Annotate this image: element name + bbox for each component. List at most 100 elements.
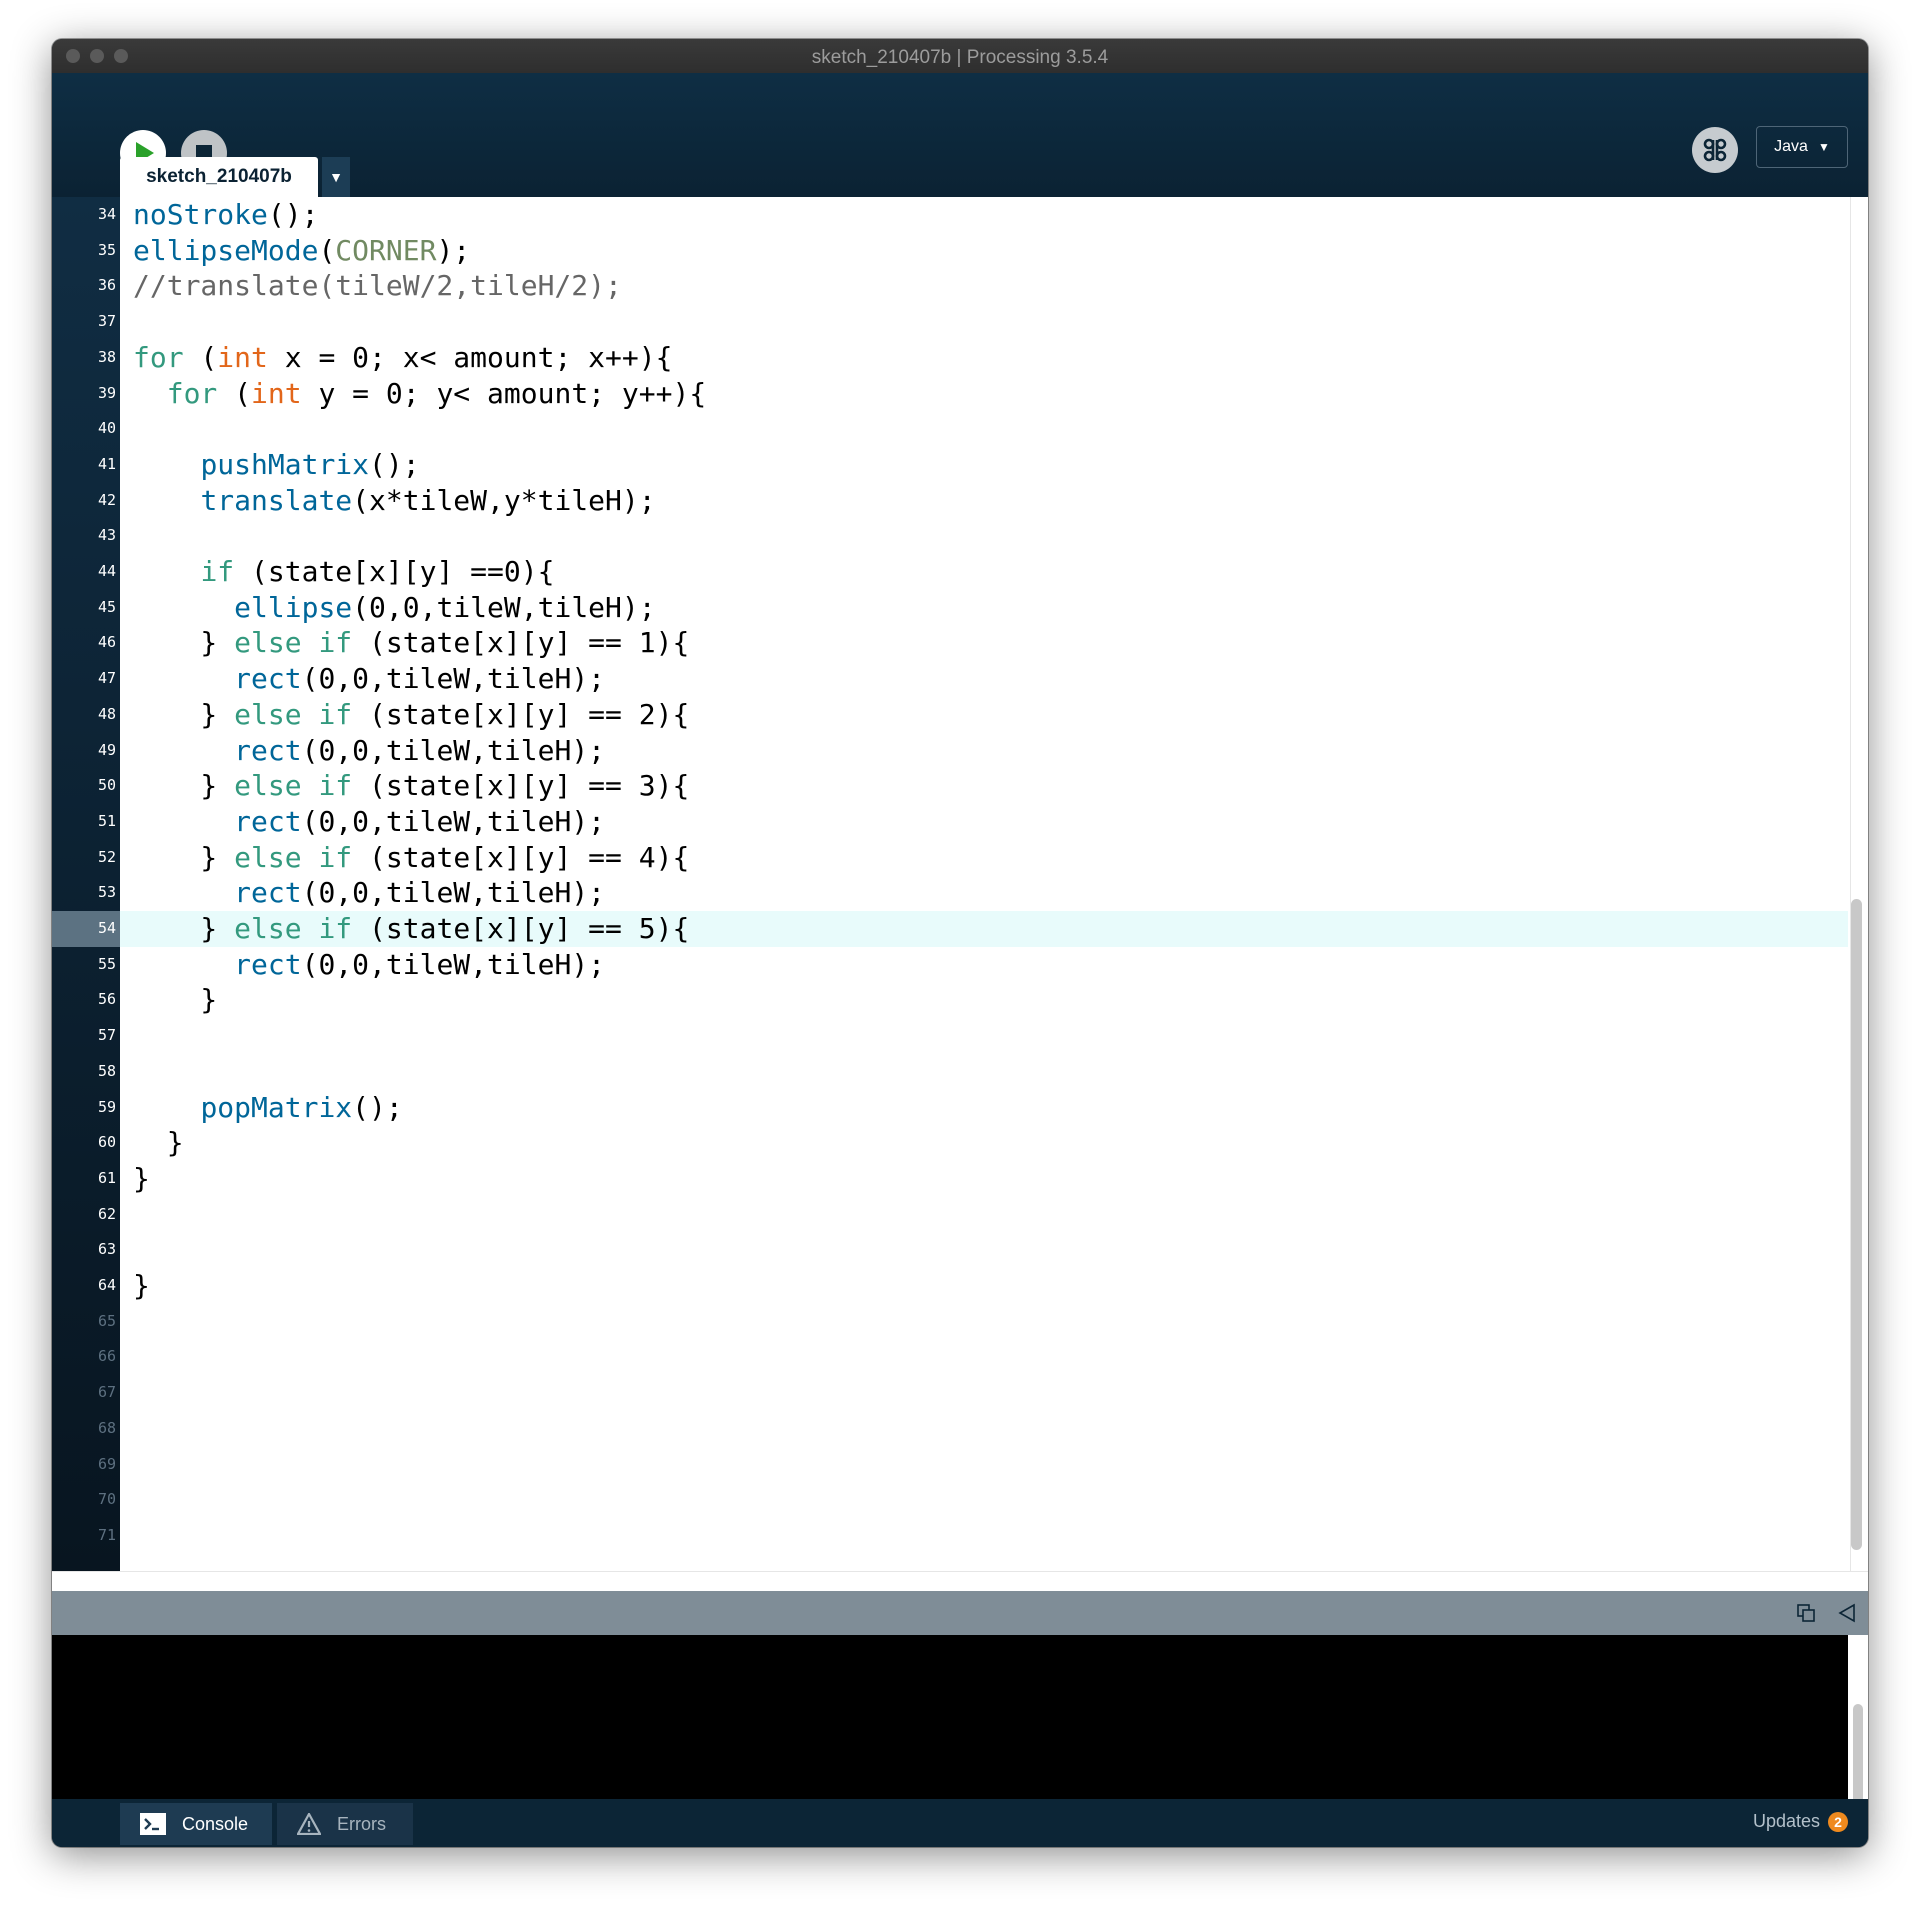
code-line[interactable]: 53 rect(0,0,tileW,tileH); <box>52 875 1848 911</box>
code-line[interactable]: 49 rect(0,0,tileW,tileH); <box>52 733 1848 769</box>
code-line[interactable]: 45 ellipse(0,0,tileW,tileH); <box>52 590 1848 626</box>
code-line[interactable]: 70 <box>52 1482 1848 1518</box>
line-number: 67 <box>97 1383 116 1402</box>
code-line[interactable]: 71 <box>52 1518 1848 1554</box>
terminal-icon <box>140 1813 166 1835</box>
line-number: 71 <box>97 1525 116 1544</box>
line-number: 44 <box>97 562 116 580</box>
console-tab-label: Console <box>182 1813 249 1834</box>
tab-sketch[interactable]: sketch_210407b <box>120 157 318 197</box>
code-line[interactable]: 50 } else if (state[x][y] == 3){ <box>52 768 1848 804</box>
tab-errors[interactable]: Errors <box>277 1803 413 1845</box>
copy-icon[interactable] <box>1796 1603 1816 1623</box>
code-text: noStroke(); <box>133 198 319 231</box>
code-line[interactable]: 64} <box>52 1268 1848 1304</box>
code-line[interactable]: 63 <box>52 1232 1848 1268</box>
code-text: rect(0,0,tileW,tileH); <box>234 662 606 696</box>
line-number: 61 <box>97 1168 116 1187</box>
code-line[interactable]: 34 noStroke(); <box>52 197 1848 233</box>
line-number: 37 <box>97 312 116 331</box>
code-text: for (int y = 0; y< amount; y++){ <box>166 376 707 410</box>
line-number: 56 <box>97 990 116 1009</box>
code-line[interactable]: 60 } <box>52 1125 1848 1161</box>
line-number: 34 <box>97 205 116 223</box>
code-line[interactable]: 37 <box>52 304 1848 340</box>
code-line[interactable]: 42 translate(x*tileW,y*tileH); <box>52 483 1848 519</box>
mode-label: Java <box>1774 138 1808 155</box>
line-number: 63 <box>97 1240 116 1259</box>
code-text: pushMatrix(); <box>200 447 420 481</box>
line-number: 40 <box>97 419 116 438</box>
code-line[interactable]: 66 <box>52 1339 1848 1375</box>
editor-horizontal-scrollbar[interactable] <box>52 1571 1868 1592</box>
line-number: 47 <box>97 669 116 688</box>
code-line[interactable]: 67 <box>52 1375 1848 1411</box>
updates-button[interactable]: Updates 2 <box>1753 1811 1848 1832</box>
code-line[interactable]: 59 popMatrix(); <box>52 1090 1848 1126</box>
code-line[interactable]: 58 <box>52 1054 1848 1090</box>
line-number: 69 <box>97 1454 116 1473</box>
code-line[interactable]: 36 //translate(tileW/2,tileH/2); <box>52 268 1848 304</box>
line-number: 60 <box>97 1133 116 1152</box>
code-line[interactable]: 40 <box>52 411 1848 447</box>
code-text: } <box>133 1269 150 1302</box>
code-line[interactable]: 48 } else if (state[x][y] == 2){ <box>52 697 1848 733</box>
code-text: } else if (state[x][y] == 2){ <box>133 697 690 731</box>
console-output[interactable] <box>52 1635 1848 1817</box>
title-bar: sketch_210407b | Processing 3.5.4 <box>52 39 1868 74</box>
code-line[interactable]: 56 } <box>52 982 1848 1018</box>
caret-down-icon: ▼ <box>329 169 343 185</box>
code-line[interactable]: 47 rect(0,0,tileW,tileH); <box>52 661 1848 697</box>
line-number: 70 <box>97 1490 116 1509</box>
tab-console[interactable]: Console <box>120 1803 272 1845</box>
code-line[interactable]: 51 rect(0,0,tileW,tileH); <box>52 804 1848 840</box>
code-line[interactable]: 38 for (int x = 0; x< amount; x++){ <box>52 340 1848 376</box>
code-line[interactable]: 39 for (int y = 0; y< amount; y++){ <box>52 376 1848 412</box>
code-line[interactable]: 68 <box>52 1411 1848 1447</box>
collapse-console-icon[interactable] <box>1838 1603 1856 1623</box>
code-text: ellipseMode(CORNER); <box>133 233 471 267</box>
line-number: 53 <box>97 883 116 902</box>
tab-menu-button[interactable]: ▼ <box>322 157 350 197</box>
line-number: 50 <box>97 776 116 795</box>
code-line[interactable]: 41 pushMatrix(); <box>52 447 1848 483</box>
code-text: for (int x = 0; x< amount; x++){ <box>133 340 673 374</box>
code-line[interactable]: 62 <box>52 1197 1848 1233</box>
line-number: 36 <box>97 276 116 295</box>
line-number: 57 <box>97 1026 116 1045</box>
code-text: } else if (state[x][y] == 1){ <box>133 626 690 660</box>
line-number: 35 <box>97 240 116 259</box>
code-text: } <box>133 983 218 1017</box>
caret-down-icon: ▼ <box>1817 140 1830 154</box>
code-line[interactable]: 43 <box>52 518 1848 554</box>
code-text: //translate(tileW/2,tileH/2); <box>133 269 622 303</box>
code-text: } else if (state[x][y] == 5){ <box>133 912 690 945</box>
code-line[interactable]: 46 } else if (state[x][y] == 1){ <box>52 625 1848 661</box>
updates-count-badge: 2 <box>1828 1811 1848 1832</box>
errors-tab-label: Errors <box>337 1813 386 1834</box>
line-number: 65 <box>97 1311 116 1330</box>
code-line[interactable]: 35 ellipseMode(CORNER); <box>52 233 1848 269</box>
code-text: rect(0,0,tileW,tileH); <box>234 804 606 838</box>
code-text: if (state[x][y] ==0){ <box>200 555 555 588</box>
line-number: 62 <box>97 1204 116 1223</box>
tab-label: sketch_210407b <box>146 166 292 187</box>
code-line[interactable]: 52 } else if (state[x][y] == 4){ <box>52 840 1848 876</box>
scrollbar-thumb[interactable] <box>1851 899 1862 1550</box>
code-line[interactable]: 69 <box>52 1447 1848 1483</box>
line-number: 42 <box>97 490 116 509</box>
code-line[interactable]: 61} <box>52 1161 1848 1197</box>
console-header <box>52 1591 1868 1635</box>
code-line[interactable]: 65 <box>52 1304 1848 1340</box>
line-number: 64 <box>97 1276 116 1294</box>
status-bar: Console Errors Updates 2 <box>52 1799 1868 1847</box>
code-line[interactable]: 44 if (state[x][y] ==0){ <box>52 554 1848 590</box>
line-number: 41 <box>97 454 116 473</box>
line-number: 46 <box>97 633 116 652</box>
code-line[interactable]: 54 } else if (state[x][y] == 5){ <box>52 911 1848 947</box>
code-line[interactable]: 57 <box>52 1018 1848 1054</box>
console-scrollbar-thumb[interactable] <box>1853 1704 1863 1814</box>
line-number: 68 <box>97 1418 116 1437</box>
code-line[interactable]: 55 rect(0,0,tileW,tileH); <box>52 947 1848 983</box>
code-text: } <box>133 1126 184 1160</box>
